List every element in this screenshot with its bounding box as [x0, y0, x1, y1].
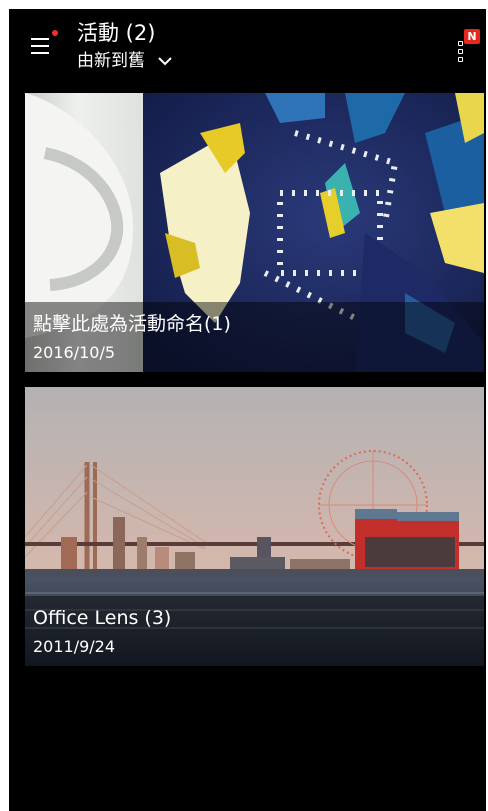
new-badge: N	[464, 29, 480, 44]
notification-dot	[52, 30, 58, 36]
album-date: 2011/9/24	[33, 637, 116, 656]
album-date: 2016/10/5	[33, 343, 116, 362]
overflow-menu-button[interactable]: N	[446, 29, 480, 69]
menu-icon[interactable]	[31, 35, 55, 59]
album-caption: Office Lens (3) 2011/9/24	[25, 596, 484, 666]
album-name: 點擊此處為活動命名(1)	[33, 313, 231, 335]
sort-dropdown[interactable]: 由新到舊	[77, 49, 173, 73]
album-name: Office Lens (3)	[33, 607, 172, 629]
app-screen: 活動 (2) 由新到舊 N 點擊此處為活動命名(1) 2016/10/5 Off…	[9, 9, 486, 811]
app-bar: 活動 (2) 由新到舊 N	[9, 9, 486, 93]
sort-label: 由新到舊	[77, 51, 145, 71]
album-caption: 點擊此處為活動命名(1) 2016/10/5	[25, 302, 484, 372]
page-title: 活動 (2)	[77, 21, 156, 45]
album-card[interactable]: 點擊此處為活動命名(1) 2016/10/5	[25, 93, 484, 372]
album-card[interactable]: Office Lens (3) 2011/9/24	[25, 387, 484, 666]
chevron-down-icon	[158, 57, 172, 66]
